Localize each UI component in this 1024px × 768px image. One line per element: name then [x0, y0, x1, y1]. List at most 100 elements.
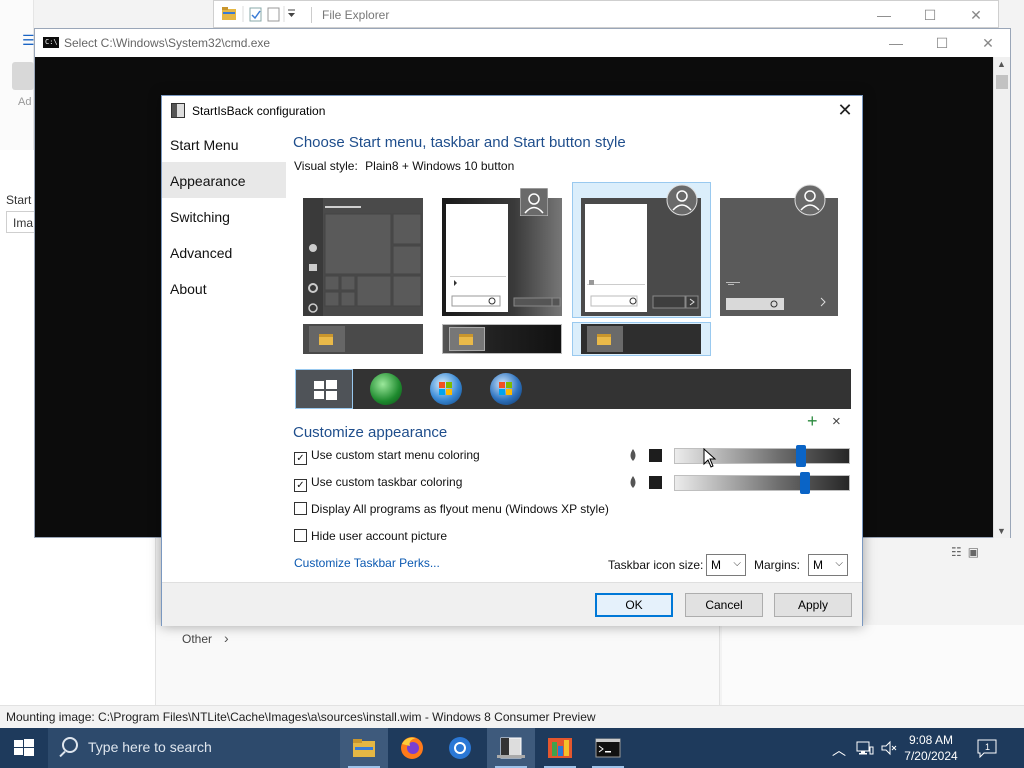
startisback-icon — [497, 737, 525, 759]
taskbar-search-box[interactable]: Type here to search — [48, 728, 340, 768]
taskbar-preview-1[interactable] — [303, 324, 423, 354]
windows-flag-icon — [439, 382, 452, 395]
maximize-button[interactable]: ☐ — [907, 1, 953, 29]
checkbox-checked-icon[interactable]: ✓ — [294, 452, 307, 465]
option-hide-account-picture[interactable]: Hide user account picture — [294, 529, 447, 547]
divider — [311, 7, 312, 23]
cmd-scrollbar[interactable]: ▲ ▼ — [993, 57, 1010, 538]
margins-select[interactable]: M ⌵ — [808, 554, 848, 576]
style-option-win10[interactable] — [581, 184, 701, 316]
transparency-drop-icon — [628, 449, 638, 461]
start-menu-color-slider[interactable] — [674, 445, 850, 467]
taskbar-preview-2[interactable] — [442, 324, 562, 354]
appearance-panel: Choose Start menu, taskbar and Start but… — [292, 126, 857, 582]
cancel-button[interactable]: Cancel — [685, 593, 763, 617]
terminal-icon — [595, 738, 621, 758]
chevron-down-icon: ⌵ — [835, 558, 843, 569]
checkbox-icon[interactable] — [294, 529, 307, 542]
quick-access-icons[interactable] — [222, 6, 304, 25]
color-swatch[interactable] — [649, 476, 662, 489]
nav-item-start-menu[interactable]: Start Menu — [162, 126, 286, 162]
cmd-titlebar[interactable]: C:\ Select C:\Windows\System32\cmd.exe —… — [35, 29, 1010, 57]
scroll-down-icon[interactable]: ▼ — [997, 526, 1006, 536]
start-button[interactable] — [0, 728, 48, 768]
scroll-up-icon[interactable]: ▲ — [997, 59, 1006, 69]
apply-button[interactable]: Apply — [774, 593, 852, 617]
option-flyout-menu[interactable]: Display All programs as flyout menu (Win… — [294, 502, 609, 520]
windows-taskbar: Type here to search ︿ 9:08 AM 7/20/2024 … — [0, 728, 1024, 768]
bg-lower-panel-right — [722, 625, 1024, 705]
checkbox-icon[interactable] — [294, 502, 307, 515]
taskbar-file-explorer[interactable] — [340, 728, 388, 768]
chevron-right-icon: › — [224, 630, 229, 646]
bg-image-tab[interactable]: Ima — [6, 211, 36, 233]
metro-start-preview — [303, 198, 422, 316]
nav-item-switching[interactable]: Switching — [162, 198, 286, 234]
customize-heading: Customize appearance — [293, 424, 448, 441]
cmd-close-button[interactable]: ✕ — [965, 29, 1011, 57]
option-start-menu-coloring[interactable]: ✓ Use custom start menu coloring — [294, 448, 480, 466]
taskbar-chrome[interactable] — [436, 728, 484, 768]
toolbar-tool-icon[interactable] — [12, 62, 34, 90]
add-button-icon[interactable]: + — [807, 411, 818, 432]
option-label: Display All programs as flyout menu (Win… — [311, 502, 609, 516]
network-icon[interactable] — [856, 739, 874, 768]
cmd-title: Select C:\Windows\System32\cmd.exe — [64, 36, 271, 50]
app-icon — [171, 103, 185, 118]
dialog-title: StartIsBack configuration — [192, 104, 326, 118]
taskbar-firefox[interactable] — [388, 728, 436, 768]
nav-item-about[interactable]: About — [162, 270, 286, 306]
taskbar-icon-size-select[interactable]: M ⌵ — [706, 554, 746, 576]
folder-icon — [353, 739, 375, 757]
slider-thumb[interactable] — [800, 472, 810, 494]
visual-style-line: Visual style: Plain8 + Windows 10 button — [294, 159, 514, 173]
style-option-win7[interactable] — [442, 188, 562, 316]
style-option-metro[interactable] — [303, 198, 423, 316]
start-button-vista[interactable] — [475, 369, 533, 409]
taskbar-clock[interactable]: 9:08 AM 7/20/2024 — [900, 732, 962, 764]
icon-size-value: M — [711, 558, 721, 572]
cmd-maximize-button[interactable]: ☐ — [919, 29, 965, 57]
transparency-drop-icon — [628, 476, 638, 488]
view-toggle-icons[interactable]: ☷▣ — [951, 545, 985, 559]
visual-style-label: Visual style: — [294, 159, 358, 173]
windows-flag-icon — [499, 382, 512, 395]
remove-button-icon[interactable]: × — [832, 413, 841, 430]
option-label: Use custom taskbar coloring — [311, 475, 463, 489]
file-explorer-window: File Explorer — ☐ ✕ — [213, 0, 999, 28]
cmd-icon: C:\ — [43, 37, 59, 48]
start-button-win7[interactable] — [415, 369, 473, 409]
start-button-win10[interactable] — [295, 369, 353, 409]
bg-other-item[interactable]: Other — [182, 632, 212, 646]
slider-thumb[interactable] — [796, 445, 806, 467]
folder-icon — [597, 334, 611, 345]
visual-style-value: Plain8 + Windows 10 button — [365, 159, 515, 173]
dialog-titlebar[interactable]: StartIsBack configuration ✕ — [162, 96, 862, 126]
clock-time: 9:08 AM — [908, 733, 954, 747]
customize-taskbar-perks-link[interactable]: Customize Taskbar Perks... — [294, 556, 440, 570]
minimize-button[interactable]: — — [861, 1, 907, 29]
start-button-clover[interactable] — [355, 369, 413, 409]
scrollbar-thumb[interactable] — [996, 75, 1008, 89]
taskbar-preview-3[interactable] — [581, 324, 701, 354]
option-taskbar-coloring[interactable]: ✓ Use custom taskbar coloring — [294, 475, 462, 493]
style-option-plain[interactable] — [720, 184, 838, 316]
cmd-minimize-button[interactable]: — — [873, 29, 919, 57]
taskbar-color-slider[interactable] — [674, 472, 850, 494]
close-button[interactable]: ✕ — [953, 1, 999, 29]
ok-button[interactable]: OK — [595, 593, 673, 617]
taskbar-icon-size-label: Taskbar icon size: — [608, 558, 704, 572]
notification-icon[interactable]: 1 — [976, 738, 998, 759]
dialog-close-button[interactable]: ✕ — [834, 99, 856, 121]
checkbox-checked-icon[interactable]: ✓ — [294, 479, 307, 492]
volume-muted-icon[interactable] — [880, 739, 898, 768]
status-bar: Mounting image: C:\Program Files\NTLite\… — [0, 705, 1024, 728]
color-swatch[interactable] — [649, 449, 662, 462]
taskbar-startisback[interactable] — [487, 728, 535, 768]
taskbar-cmd[interactable] — [584, 728, 632, 768]
nav-item-appearance[interactable]: Appearance — [162, 162, 286, 198]
hamburger-icon[interactable]: ☰ — [22, 32, 35, 48]
nav-item-advanced[interactable]: Advanced — [162, 234, 286, 270]
tray-overflow-chevron-icon[interactable]: ︿ — [832, 740, 846, 768]
taskbar-ntlite[interactable] — [536, 728, 584, 768]
